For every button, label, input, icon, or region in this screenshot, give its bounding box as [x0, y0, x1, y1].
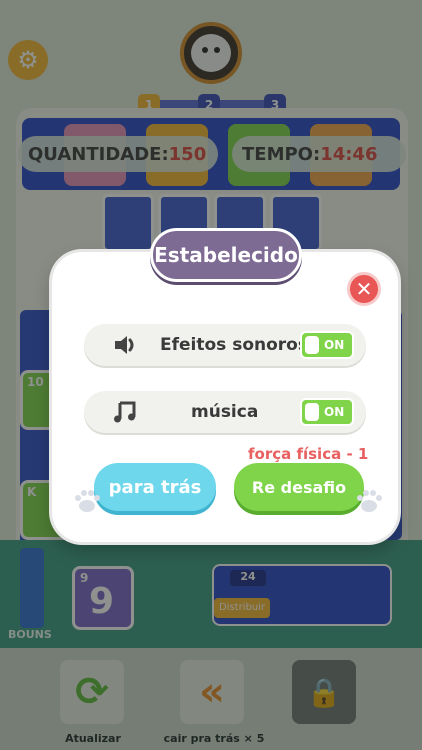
toggle-knob	[305, 403, 319, 421]
paw-icon	[75, 490, 100, 512]
music-toggle[interactable]: ON	[300, 398, 354, 426]
toggle-knob	[305, 336, 319, 354]
retry-button[interactable]: Re desafio	[234, 463, 364, 511]
close-icon: ✕	[355, 277, 373, 301]
music-label: música	[191, 402, 259, 422]
sound-effects-toggle[interactable]: ON	[300, 331, 354, 359]
dialog-title: Estabelecido	[150, 228, 302, 282]
strength-cost-text: força física - 1	[248, 445, 369, 463]
music-note-icon	[114, 401, 136, 423]
sound-effects-row: Efeitos sonoros ON	[84, 324, 366, 366]
paw-icon	[357, 490, 382, 512]
music-row: música ON	[84, 391, 366, 433]
music-state: ON	[324, 405, 345, 419]
sound-effects-label: Efeitos sonoros	[160, 335, 308, 355]
close-button[interactable]: ✕	[347, 272, 381, 306]
speaker-icon	[115, 336, 134, 354]
back-button[interactable]: para trás	[94, 463, 216, 511]
sound-effects-state: ON	[324, 338, 345, 352]
